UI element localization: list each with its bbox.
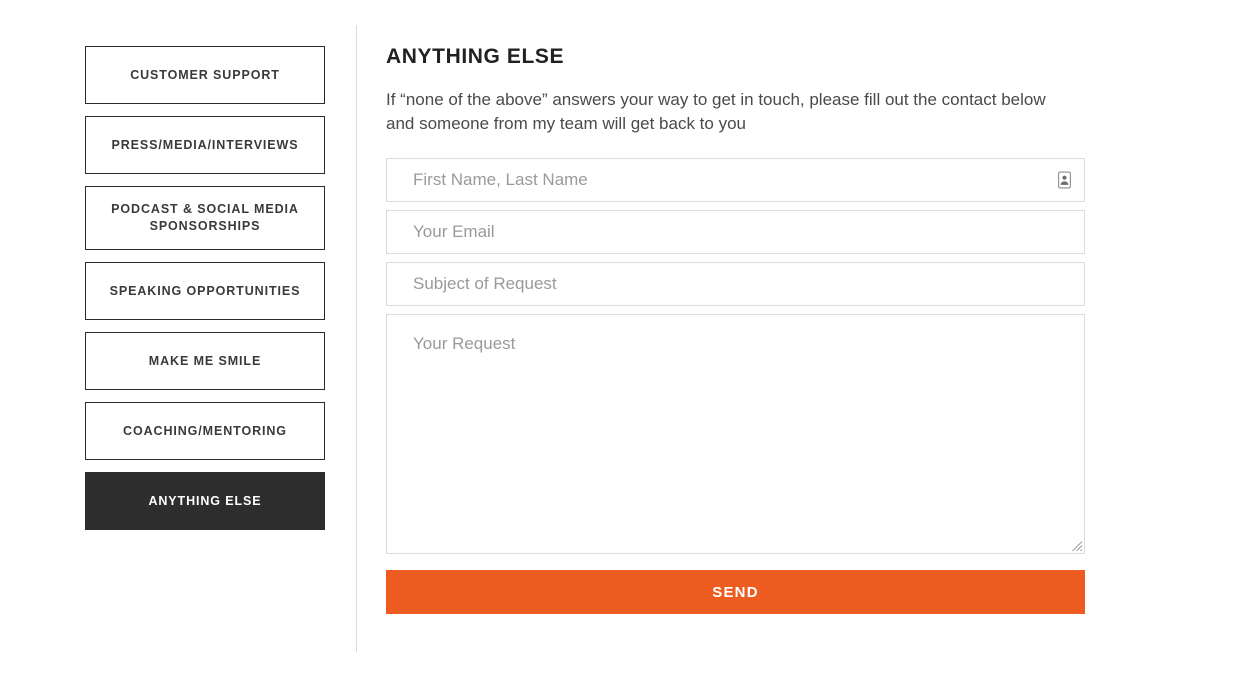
subject-input[interactable] [386, 262, 1085, 307]
email-field-wrap [386, 210, 1085, 255]
panel-description: If “none of the above” answers your way … [386, 90, 1046, 134]
contact-panel: ANYTHING ELSE If “none of the above” ans… [386, 44, 1085, 615]
subject-field-wrap [386, 262, 1085, 307]
send-button[interactable]: SEND [386, 570, 1085, 615]
category-button-label: MAKE ME SMILE [148, 353, 262, 368]
category-button-customer-support[interactable]: CUSTOMER SUPPORT [85, 46, 325, 104]
page-title: ANYTHING ELSE [386, 45, 565, 68]
request-field-wrap [386, 314, 1085, 555]
category-button-anything-else[interactable]: ANYTHING ELSE [85, 472, 325, 530]
contact-card-autofill-icon[interactable] [1058, 171, 1071, 189]
column-divider [356, 25, 357, 652]
name-input[interactable] [386, 158, 1085, 203]
category-button-coaching-mentoring[interactable]: COACHING/MENTORING [85, 402, 325, 460]
category-button-label: SPEAKING OPPORTUNITIES [109, 283, 301, 298]
category-button-label: ANYTHING ELSE [148, 493, 262, 508]
name-field-wrap [386, 158, 1085, 203]
request-textarea[interactable] [386, 314, 1085, 555]
contact-page: CUSTOMER SUPPORT PRESS/MEDIA/INTERVIEWS … [0, 0, 1254, 698]
category-button-label: CUSTOMER SUPPORT [130, 67, 280, 82]
email-input[interactable] [386, 210, 1085, 255]
contact-category-nav: CUSTOMER SUPPORT PRESS/MEDIA/INTERVIEWS … [85, 46, 325, 542]
category-button-make-me-smile[interactable]: MAKE ME SMILE [85, 332, 325, 390]
contact-form: SEND [386, 158, 1085, 615]
category-button-speaking-opportunities[interactable]: SPEAKING OPPORTUNITIES [85, 262, 325, 320]
category-button-podcast-social-media-sponsorships[interactable]: PODCAST & SOCIAL MEDIA SPONSORSHIPS [85, 186, 325, 250]
category-button-label: PRESS/MEDIA/INTERVIEWS [111, 137, 299, 152]
category-button-press-media-interviews[interactable]: PRESS/MEDIA/INTERVIEWS [85, 116, 325, 174]
category-button-label: PODCAST & SOCIAL MEDIA SPONSORSHIPS [111, 202, 299, 233]
category-button-label: COACHING/MENTORING [123, 423, 287, 438]
